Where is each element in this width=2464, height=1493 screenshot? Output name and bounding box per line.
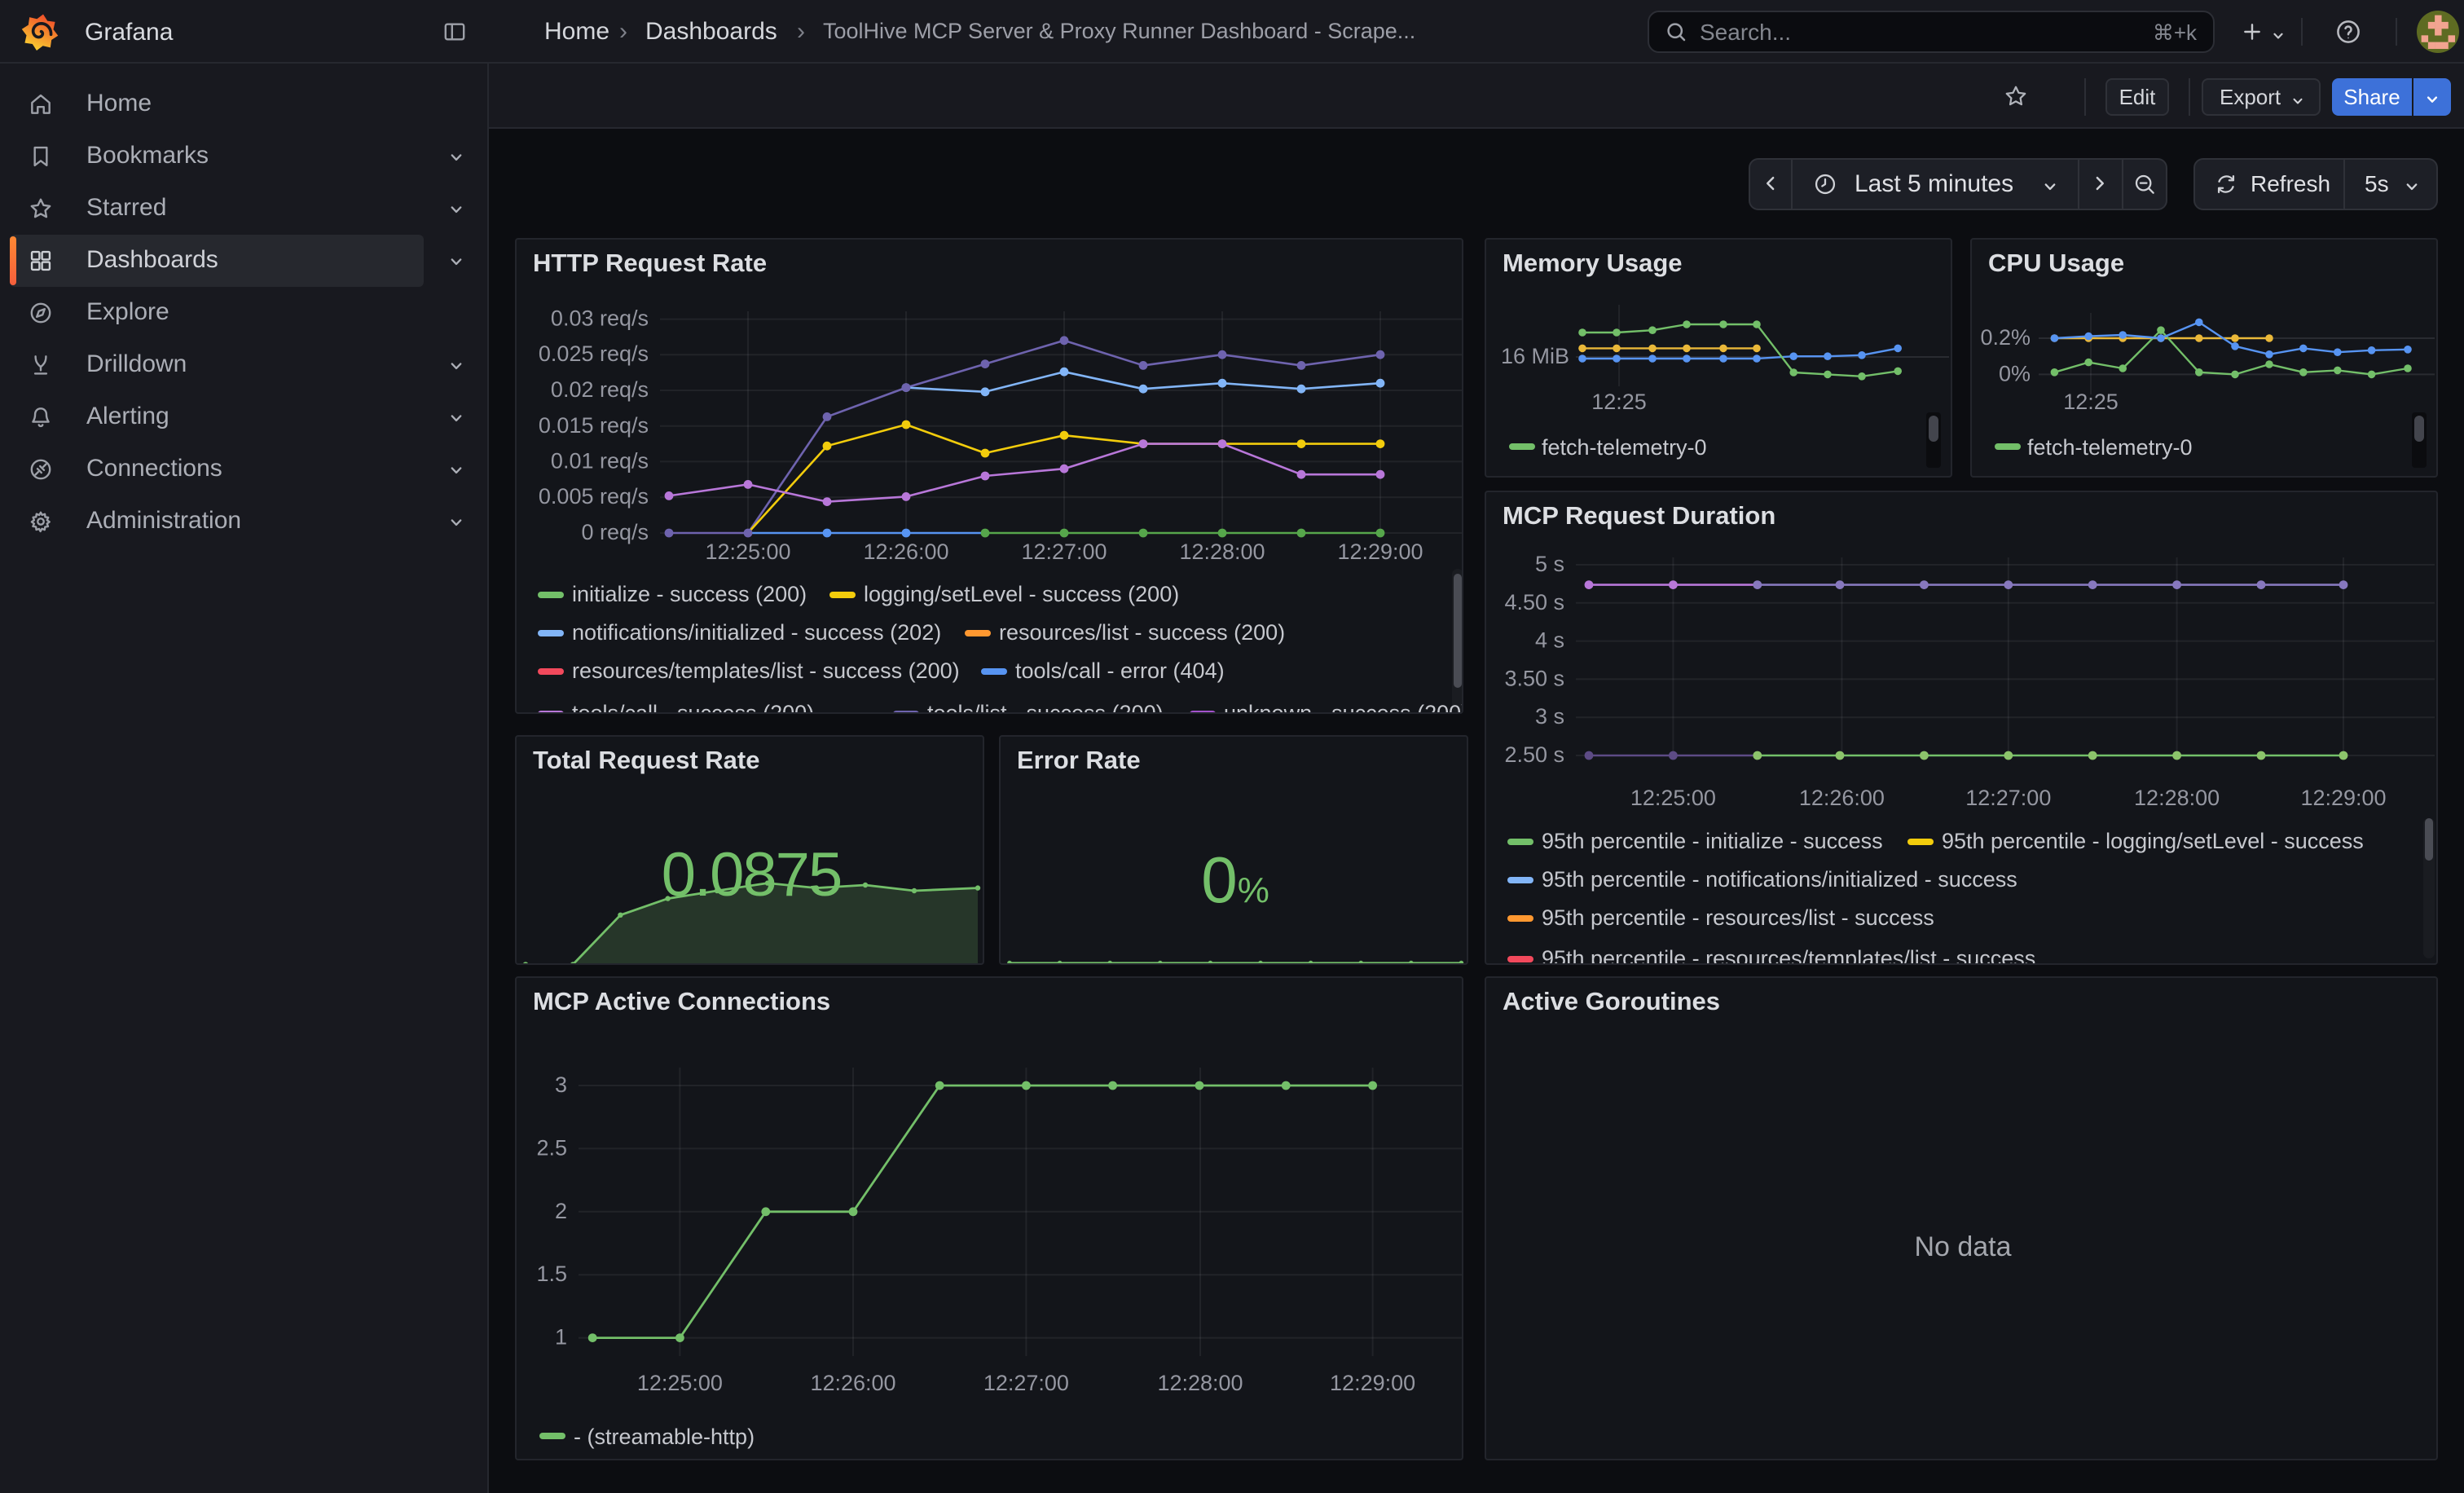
svg-text:12:25:00: 12:25:00 bbox=[637, 1371, 723, 1395]
svg-text:0.01 req/s: 0.01 req/s bbox=[551, 448, 649, 473]
svg-text:12:28:00: 12:28:00 bbox=[1157, 1371, 1243, 1395]
svg-text:16 MiB: 16 MiB bbox=[1501, 344, 1569, 368]
svg-text:12:29:00: 12:29:00 bbox=[1330, 1371, 1415, 1395]
svg-text:2: 2 bbox=[555, 1199, 567, 1223]
svg-text:2.5: 2.5 bbox=[536, 1135, 567, 1160]
svg-text:12:25: 12:25 bbox=[2063, 390, 2119, 414]
svg-text:4 s: 4 s bbox=[1535, 628, 1564, 653]
svg-text:3: 3 bbox=[555, 1072, 567, 1097]
svg-text:0.025 req/s: 0.025 req/s bbox=[539, 341, 649, 366]
svg-text:0.005 req/s: 0.005 req/s bbox=[539, 484, 649, 509]
svg-text:12:27:00: 12:27:00 bbox=[1021, 540, 1107, 564]
svg-text:5 s: 5 s bbox=[1535, 552, 1564, 576]
svg-text:1.5: 1.5 bbox=[536, 1262, 567, 1286]
svg-text:12:29:00: 12:29:00 bbox=[1337, 540, 1423, 564]
svg-text:1: 1 bbox=[555, 1325, 567, 1350]
svg-text:0.015 req/s: 0.015 req/s bbox=[539, 413, 649, 438]
svg-text:0.2%: 0.2% bbox=[1980, 325, 2031, 350]
svg-text:12:29:00: 12:29:00 bbox=[2300, 786, 2386, 810]
svg-text:12:25:00: 12:25:00 bbox=[1630, 786, 1716, 810]
svg-text:12:27:00: 12:27:00 bbox=[1965, 786, 2051, 810]
svg-text:12:26:00: 12:26:00 bbox=[810, 1371, 895, 1395]
svg-text:0%: 0% bbox=[1999, 361, 2031, 385]
svg-text:12:27:00: 12:27:00 bbox=[983, 1371, 1069, 1395]
svg-text:12:25: 12:25 bbox=[1591, 390, 1647, 414]
svg-text:3 s: 3 s bbox=[1535, 704, 1564, 729]
svg-text:0.03 req/s: 0.03 req/s bbox=[551, 306, 649, 331]
svg-text:12:26:00: 12:26:00 bbox=[1799, 786, 1885, 810]
svg-text:0 req/s: 0 req/s bbox=[581, 520, 649, 544]
svg-text:2.50 s: 2.50 s bbox=[1504, 742, 1564, 767]
svg-text:12:28:00: 12:28:00 bbox=[2134, 786, 2220, 810]
svg-text:3.50 s: 3.50 s bbox=[1504, 666, 1564, 690]
svg-text:12:26:00: 12:26:00 bbox=[863, 540, 948, 564]
svg-text:12:28:00: 12:28:00 bbox=[1179, 540, 1265, 564]
svg-text:4.50 s: 4.50 s bbox=[1504, 590, 1564, 614]
svg-text:0.02 req/s: 0.02 req/s bbox=[551, 377, 649, 402]
svg-text:12:25:00: 12:25:00 bbox=[705, 540, 790, 564]
